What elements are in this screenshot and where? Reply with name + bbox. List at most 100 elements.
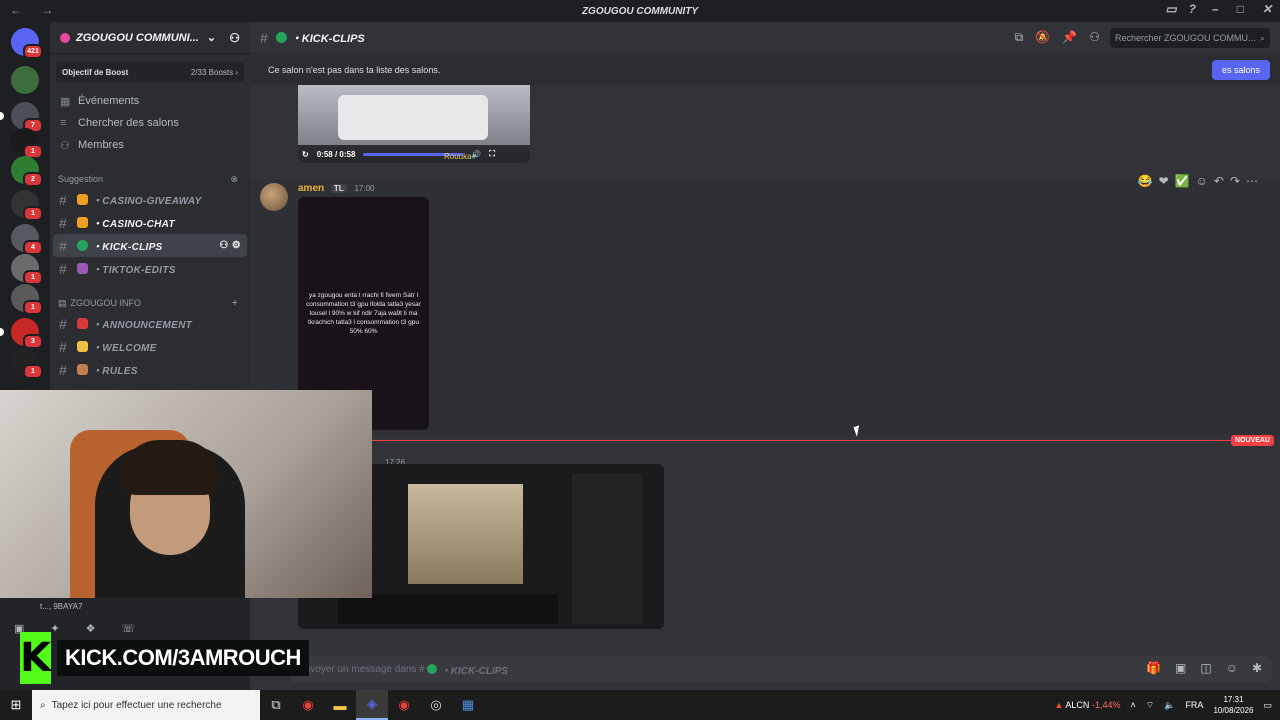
avatar[interactable] xyxy=(260,183,288,211)
editor-app-icon[interactable]: ▦ xyxy=(452,690,484,720)
nav-events[interactable]: ▦ Événements xyxy=(50,90,250,112)
channel-label: ・KICK-CLIPS xyxy=(92,242,163,253)
obs-icon[interactable]: ◎ xyxy=(420,690,452,720)
nav-members[interactable]: ⚇ Membres xyxy=(50,134,250,156)
channel-welcome[interactable]: # ・WELCOME xyxy=(53,335,247,358)
threads-icon[interactable]: ⧉ xyxy=(1015,30,1024,45)
hash-icon: # xyxy=(59,315,68,332)
gif-icon[interactable]: ▣ xyxy=(1175,661,1186,675)
add-channel-icon[interactable]: + xyxy=(232,297,238,309)
lang-indicator[interactable]: FRA xyxy=(1185,700,1203,710)
screenshot-image xyxy=(408,484,523,584)
server-icon[interactable]: 1 xyxy=(11,284,43,315)
add-channels-button[interactable]: es salons xyxy=(1211,60,1270,80)
channel-announcement[interactable]: # ・ANNOUNCEMENT xyxy=(53,312,247,335)
taskbar: ⊞ ⌕ Tapez ici pour effectuer une recherc… xyxy=(0,690,1280,720)
stock-ticker[interactable]: ▲ ALCN -1,44% xyxy=(1054,700,1120,710)
inbox-icon[interactable]: ▭ xyxy=(1165,2,1176,16)
dismiss-icon[interactable]: ⊗ xyxy=(230,174,238,185)
channel-kick-clips[interactable]: # ・KICK-CLIPS ⚇ ⚙ xyxy=(53,234,247,257)
browse-icon: ≡ xyxy=(60,117,67,129)
more-icon[interactable]: ⋯ xyxy=(1246,174,1258,188)
video-controls[interactable]: ↻ 0:58 / 0:58 🔊 ⛶ xyxy=(298,145,530,163)
server-header[interactable]: ZGOUGOU COMMUNI... ⌄ ⚇ xyxy=(50,22,250,54)
sticker-icon[interactable]: ◫ xyxy=(1200,661,1211,675)
title-bar: ← → ZGOUGOU COMMUNITY ▭ ? – □ ✕ xyxy=(0,0,1280,22)
server-icon[interactable]: 2 xyxy=(11,156,43,187)
server-icon[interactable]: 1 xyxy=(11,348,43,379)
minimize-button[interactable]: – xyxy=(1212,2,1219,16)
apps-icon[interactable]: ✱ xyxy=(1252,661,1262,675)
category-suggestion[interactable]: Suggestion ⊗ xyxy=(50,170,250,188)
forward-icon[interactable]: ↷ xyxy=(1230,174,1240,188)
video-frame xyxy=(338,95,488,140)
add-reaction-icon[interactable]: ☺ xyxy=(1196,174,1208,188)
author-name[interactable]: amen xyxy=(298,183,324,194)
server-icon[interactable]: 1 xyxy=(11,190,43,221)
server-icon[interactable]: 1 xyxy=(11,128,43,159)
hash-icon: # xyxy=(59,191,68,208)
reply-icon[interactable]: ↶ xyxy=(1214,174,1224,188)
server-icon[interactable]: 3 xyxy=(0,318,43,349)
member-list-icon[interactable]: ⚇ xyxy=(1089,30,1100,45)
heart-reaction-icon[interactable]: ❤ xyxy=(1159,174,1169,188)
search-input[interactable]: Rechercher ZGOUGOU COMMU... ⌕ xyxy=(1110,28,1270,48)
server-icon[interactable] xyxy=(11,66,39,94)
windows-start-icon[interactable]: ⊞ xyxy=(0,697,32,713)
emoji-icon[interactable]: ☺ xyxy=(1226,661,1238,675)
chrome-icon[interactable]: ◉ xyxy=(292,690,324,720)
search-icon: ⌕ xyxy=(40,699,46,711)
file-explorer-icon[interactable]: ▬ xyxy=(324,690,356,720)
check-reaction-icon[interactable]: ✅ xyxy=(1175,174,1190,188)
hair xyxy=(120,440,220,495)
server-icon[interactable]: 7 xyxy=(0,102,43,133)
chrome-icon[interactable]: ◉ xyxy=(388,690,420,720)
nav-arrows[interactable]: ← → xyxy=(10,3,61,17)
task-view-icon[interactable]: ⧉ xyxy=(260,690,292,720)
channel-tiktok-edits[interactable]: # ・TIKTOK-EDITS xyxy=(53,257,247,280)
message-input[interactable]: Envoyer un message dans # ・KICK-CLIPS 🎁 … xyxy=(290,656,1272,682)
channel-casino-giveaway[interactable]: # ・CASINO-GIVEAWAY xyxy=(53,188,247,211)
clock[interactable]: 17:31 10/08/2026 xyxy=(1213,694,1253,716)
invite-icon[interactable]: ⚇ xyxy=(229,31,240,45)
video-attachment[interactable]: ↻ 0:58 / 0:58 🔊 ⛶ Rouuka xyxy=(298,85,530,163)
laugh-reaction-icon[interactable]: 😂 xyxy=(1138,174,1153,188)
category-info[interactable]: ▤ ZGOUGOU INFO + xyxy=(50,294,250,312)
maximize-button[interactable]: □ xyxy=(1237,2,1244,16)
channel-rules[interactable]: # ・RULES xyxy=(53,358,247,381)
nav-label: Chercher des salons xyxy=(78,117,179,129)
settings-icon[interactable]: ⚇ ⚙ xyxy=(219,240,241,251)
server-icon[interactable]: 4 xyxy=(11,224,43,255)
composer-placeholder: Envoyer un message dans # xyxy=(298,663,425,675)
server-badge: 1 xyxy=(23,206,43,221)
server-icon[interactable]: 1 xyxy=(11,254,43,285)
message-author: amen TL 17:00 xyxy=(298,183,375,194)
music-icon xyxy=(77,263,88,274)
close-button[interactable]: ✕ xyxy=(1262,2,1272,16)
nav-label: Membres xyxy=(78,139,124,151)
speaker-icon[interactable]: 🔈 xyxy=(1164,700,1175,711)
boost-goal[interactable]: Objectif de Boost 2/33 Boosts › xyxy=(56,62,244,82)
chevron-up-icon[interactable]: ˄ xyxy=(1130,700,1135,710)
network-icon[interactable]: ⌔ xyxy=(1146,700,1154,711)
mute-icon[interactable]: 🔕 xyxy=(1035,30,1050,45)
server-badge: 1 xyxy=(23,300,43,315)
kick-handle: 3AMROUCH xyxy=(177,645,302,670)
clock-date: 10/08/2026 xyxy=(1213,706,1254,715)
volume-icon[interactable]: 🔊 xyxy=(471,150,481,159)
nav-browse-channels[interactable]: ≡ Chercher des salons xyxy=(50,112,250,134)
replay-icon[interactable]: ↻ xyxy=(302,150,309,159)
search-icon: ⌕ xyxy=(1259,32,1265,43)
webcam-overlay xyxy=(0,390,372,598)
pin-icon[interactable]: 📌 xyxy=(1062,30,1077,45)
system-tray: ▲ ALCN -1,44% ˄ ⌔ 🔈 FRA 17:31 10/08/2026… xyxy=(1054,690,1272,720)
fullscreen-icon[interactable]: ⛶ xyxy=(489,149,495,159)
notification-icon[interactable]: ▭ xyxy=(1263,700,1272,711)
channel-casino-chat[interactable]: # ・CASINO-CHAT xyxy=(53,211,247,234)
gift-icon[interactable]: 🎁 xyxy=(1146,661,1161,675)
help-icon[interactable]: ? xyxy=(1189,2,1196,16)
server-badge: 1 xyxy=(23,270,43,285)
home-button[interactable]: 421 xyxy=(11,28,43,59)
discord-app-icon[interactable]: ◈ xyxy=(356,690,388,720)
taskbar-search[interactable]: ⌕ Tapez ici pour effectuer une recherche xyxy=(32,690,260,720)
